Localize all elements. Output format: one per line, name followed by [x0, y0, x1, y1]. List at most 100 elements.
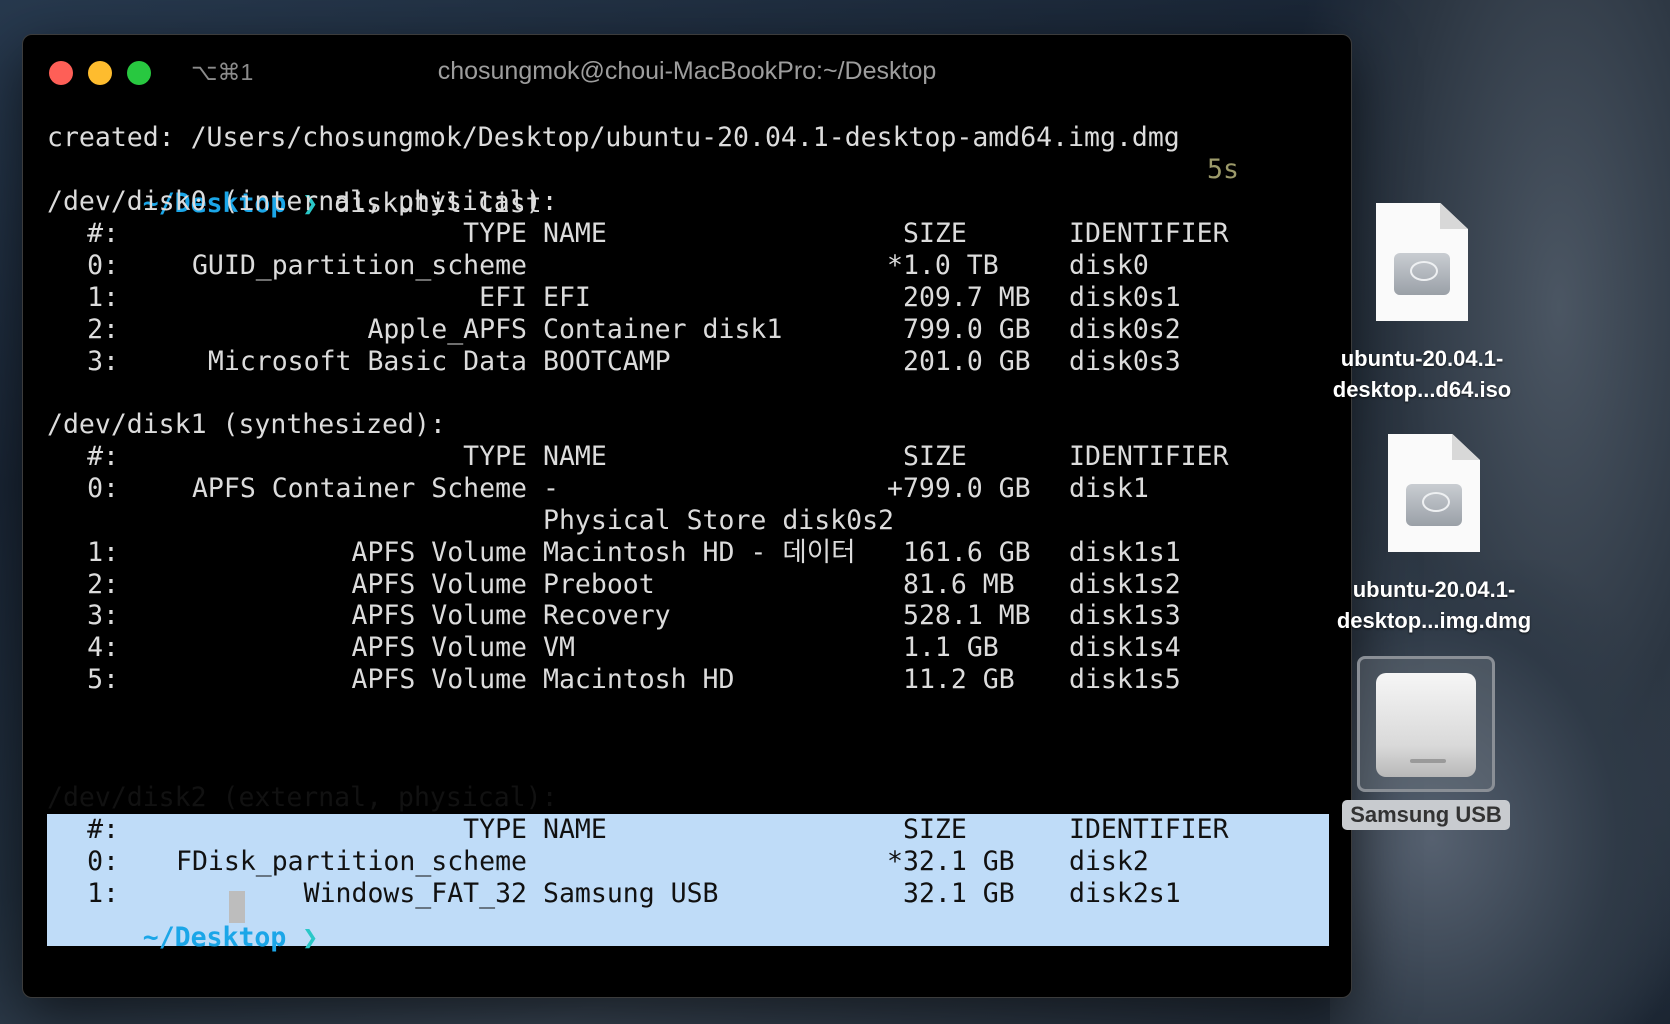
row-type: APFS Volume: [351, 568, 528, 600]
row-number: 1:: [87, 536, 119, 568]
table-row: 1: APFS Volume Macintosh HD - 데이터 161.6 GB d…: [47, 536, 1329, 570]
disk1-header: /dev/disk1 (synthesized):: [47, 409, 446, 440]
col-header-type: TYPE: [463, 813, 527, 845]
table-row: 1: EFI EFI 209.7 MB disk0s1: [47, 281, 1329, 315]
row-name: Macintosh HD: [543, 664, 735, 696]
row-type: APFS Volume: [351, 632, 528, 664]
row-name: Container disk1: [543, 313, 783, 345]
table-row: 3: Microsoft Basic Data BOOTCAMP 201.0 GB di…: [47, 345, 1329, 379]
row-identifier: disk0s3: [1069, 345, 1181, 377]
col-header-type: TYPE: [463, 217, 527, 249]
table-row: 2: APFS Volume Preboot 81.6 MB disk1s2: [47, 568, 1329, 602]
col-header-size: SIZE: [903, 217, 967, 249]
col-header-id: IDENTIFIER: [1069, 440, 1229, 472]
row-type: Windows_FAT_32: [303, 877, 527, 909]
row-name: Recovery: [543, 600, 671, 632]
desktop-icon-label: ubuntu-20.04.1- desktop...img.dmg: [1336, 577, 1532, 633]
desktop-icon-label: ubuntu-20.04.1- desktop...d64.iso: [1332, 346, 1512, 402]
row-size: 1.1 GB: [903, 632, 999, 664]
external-drive-icon: [1357, 656, 1495, 792]
row-size: 528.1 MB: [903, 600, 1031, 632]
col-header-type: TYPE: [463, 440, 527, 472]
prompt-line: ~/Desktop ❯ diskutil list 5s: [47, 153, 1329, 219]
row-identifier: disk2s1: [1069, 877, 1181, 909]
row-identifier: disk1: [1069, 472, 1149, 504]
created-line: created: /Users/chosungmok/Desktop/ubunt…: [47, 122, 1180, 153]
row-number: 0:: [87, 845, 119, 877]
col-header-num: #:: [87, 217, 119, 249]
row-type: APFS Volume: [351, 536, 528, 568]
table-row: 0: APFS Container Scheme - +799.0 GB disk1: [47, 472, 1329, 506]
row-type: Microsoft Basic Data: [207, 345, 527, 377]
row-name: Physical Store disk0s2: [543, 504, 894, 536]
title-bar[interactable]: ⌥⌘1 chosungmok@choui-MacBookPro:~/Deskto…: [23, 35, 1351, 107]
row-number: 2:: [87, 568, 119, 600]
disk0-header: /dev/disk0 (internal, physical):: [47, 186, 558, 217]
row-type: APFS Container Scheme: [191, 472, 527, 504]
table-row: 2: Apple_APFS Container disk1 799.0 GB disk0…: [47, 313, 1329, 347]
row-size: +799.0 GB: [887, 472, 1031, 504]
row-type: APFS Volume: [351, 600, 528, 632]
row-size: 32.1 GB: [903, 877, 1015, 909]
row-identifier: disk0: [1069, 249, 1149, 281]
table-row: 4: APFS Volume VM 1.1 GB disk1s4: [47, 631, 1329, 665]
col-header-name: NAME: [543, 440, 607, 472]
col-header-num: #:: [87, 813, 119, 845]
row-name: VM: [543, 632, 575, 664]
disk-image-icon: [1376, 203, 1468, 321]
row-identifier: disk1s3: [1069, 600, 1181, 632]
row-name: Macintosh HD - 데이터: [543, 536, 856, 568]
table-row: Physical Store disk0s2: [47, 504, 1329, 538]
col-header-name: NAME: [543, 217, 607, 249]
row-number: 0:: [87, 249, 119, 281]
window-title: chosungmok@choui-MacBookPro:~/Desktop: [437, 57, 937, 85]
column-headers: #: TYPE NAME SIZE IDENTIFIER: [47, 440, 1329, 474]
desktop-icon-usb[interactable]: Samsung USB: [1316, 656, 1536, 830]
row-identifier: disk2: [1069, 845, 1149, 877]
command-duration: 5s: [1207, 154, 1239, 185]
row-number: 4:: [87, 632, 119, 664]
col-header-id: IDENTIFIER: [1069, 217, 1229, 249]
row-name: -: [543, 472, 559, 504]
row-name: Samsung USB: [543, 877, 719, 909]
desktop-icon-iso[interactable]: ubuntu-20.04.1- desktop...d64.iso: [1312, 203, 1532, 405]
row-number: 2:: [87, 313, 119, 345]
table-row: 5: APFS Volume Macintosh HD 11.2 GB disk1s5: [47, 663, 1329, 697]
col-header-size: SIZE: [903, 813, 967, 845]
row-identifier: disk1s5: [1069, 664, 1181, 696]
desktop-icon-dmg[interactable]: ubuntu-20.04.1- desktop...img.dmg: [1324, 434, 1544, 636]
row-name: Preboot: [543, 568, 655, 600]
row-identifier: disk1s2: [1069, 568, 1181, 600]
row-size: 11.2 GB: [903, 664, 1015, 696]
terminal-window[interactable]: ⌥⌘1 chosungmok@choui-MacBookPro:~/Deskto…: [22, 34, 1352, 998]
row-size: 81.6 MB: [903, 568, 1015, 600]
col-header-name: NAME: [543, 813, 607, 845]
table-row: 1: Windows_FAT_32 Samsung USB 32.1 GB disk2s…: [47, 877, 1329, 911]
row-identifier: disk1s1: [1069, 536, 1181, 568]
terminal-output[interactable]: created: /Users/chosungmok/Desktop/ubunt…: [47, 121, 1329, 981]
row-size: 161.6 GB: [903, 536, 1031, 568]
row-number: 0:: [87, 472, 119, 504]
col-header-size: SIZE: [903, 440, 967, 472]
column-headers: #: TYPE NAME SIZE IDENTIFIER: [47, 217, 1329, 251]
row-type: GUID_partition_scheme: [191, 249, 527, 281]
col-header-num: #:: [87, 440, 119, 472]
row-type: Apple_APFS: [367, 313, 527, 345]
row-size: *32.1 GB: [887, 845, 1015, 877]
row-identifier: disk0s1: [1069, 281, 1181, 313]
col-header-id: IDENTIFIER: [1069, 813, 1229, 845]
row-size: 201.0 GB: [903, 345, 1031, 377]
row-type: EFI: [479, 281, 527, 313]
column-headers: #: TYPE NAME SIZE IDENTIFIER: [47, 813, 1329, 847]
row-name: BOOTCAMP: [543, 345, 671, 377]
disk2-header: /dev/disk2 (external, physical):: [47, 782, 558, 813]
table-row: 0: GUID_partition_scheme *1.0 TB disk0: [47, 249, 1329, 283]
row-number: 3:: [87, 345, 119, 377]
desktop-icon-label: Samsung USB: [1342, 800, 1510, 830]
row-type: FDisk_partition_scheme: [176, 845, 527, 877]
row-size: *1.0 TB: [887, 249, 999, 281]
table-row: 0: FDisk_partition_scheme *32.1 GB disk2: [47, 845, 1329, 879]
row-size: 209.7 MB: [903, 281, 1031, 313]
disk-image-icon: [1388, 434, 1480, 552]
row-number: 3:: [87, 600, 119, 632]
